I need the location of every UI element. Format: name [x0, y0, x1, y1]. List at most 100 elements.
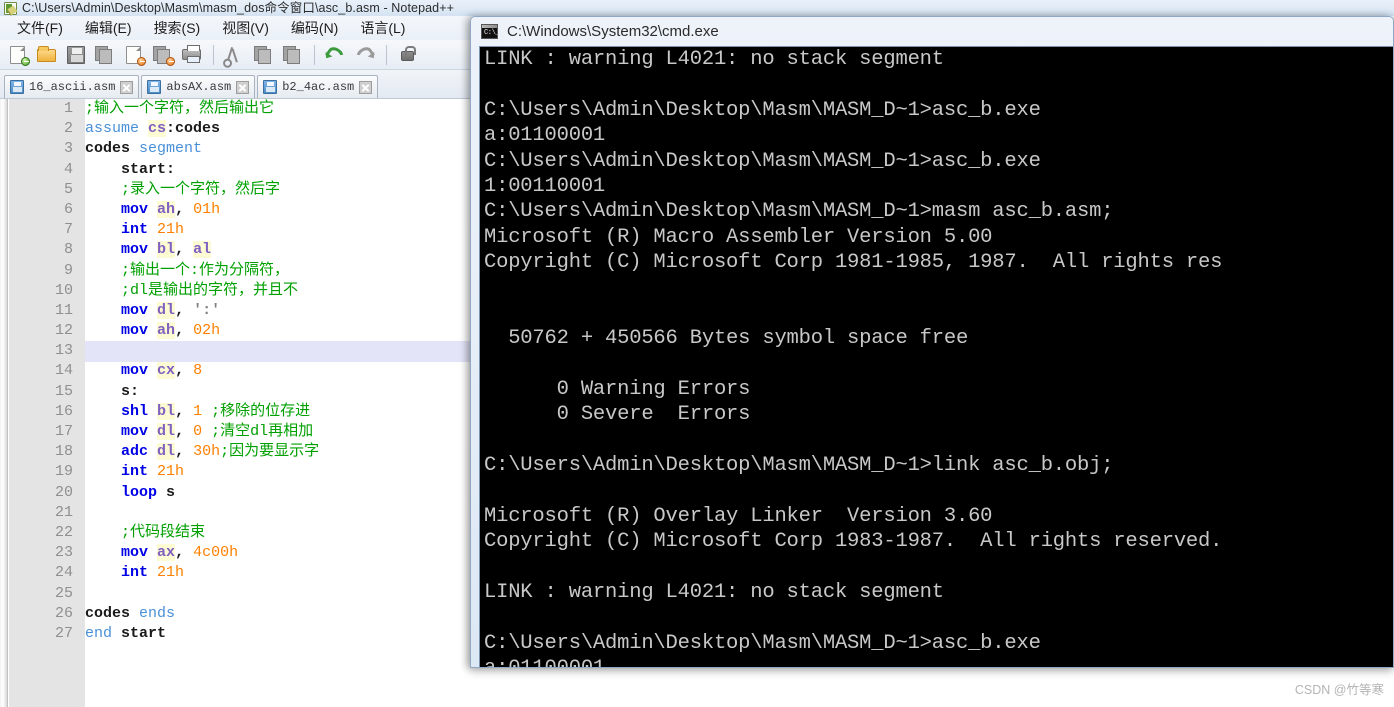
menu-file[interactable]: 文件(F): [6, 17, 74, 39]
save-all-icon[interactable]: [92, 43, 118, 67]
line-number: 16: [54, 402, 73, 420]
tab-16-ascii[interactable]: 16_ascii.asm: [4, 75, 140, 98]
code-token: ,: [175, 322, 194, 340]
line-number: 10: [54, 281, 73, 299]
close-file-icon[interactable]: [121, 43, 147, 67]
code-token: 8: [193, 362, 203, 380]
code-token: s: [157, 483, 176, 501]
code-token: codes: [85, 604, 140, 622]
code-token: dl: [157, 443, 176, 461]
code-token: ends: [139, 604, 176, 622]
code-token: cx: [157, 362, 176, 380]
code-token: ,: [175, 423, 194, 440]
code-token: ;因为要显示字: [220, 443, 320, 461]
close-icon[interactable]: [236, 80, 250, 94]
line-number: 27: [54, 624, 73, 642]
line-number: 24: [54, 564, 73, 582]
console-line: Copyright (C) Microsoft Corp 1981-1985, …: [484, 251, 1223, 275]
line-number: 11: [54, 301, 73, 319]
paste-icon[interactable]: [280, 43, 306, 67]
menu-search[interactable]: 搜索(S): [143, 17, 212, 39]
save-icon[interactable]: [63, 43, 89, 67]
cmd-window[interactable]: C:\_ C:\Windows\System32\cmd.exe LINK : …: [470, 16, 1394, 668]
code-token: ;dl是输出的字符，并且不: [85, 281, 299, 299]
tab-absax[interactable]: absAX.asm: [141, 75, 256, 98]
console-line: C:\Users\Admin\Desktop\Masm\MASM_D~1>lin…: [484, 454, 1114, 478]
tab-label: 16_ascii.asm: [29, 80, 116, 94]
code-token: mov: [121, 241, 149, 259]
redo-icon[interactable]: [352, 43, 378, 67]
code-token: ,: [175, 301, 194, 319]
code-token: assume: [85, 120, 140, 138]
code-token: bl: [157, 402, 176, 420]
line-number: 2: [63, 120, 73, 138]
code-token: ,: [175, 362, 194, 380]
notepadpp-icon: [4, 1, 17, 15]
toolbar-separator: [386, 44, 387, 65]
code-token: 30h: [193, 443, 221, 461]
close-icon[interactable]: [120, 80, 134, 94]
line-number: 21: [54, 503, 73, 521]
close-all-files-icon[interactable]: [150, 43, 176, 67]
code-token: ;输出一个:作为分隔符，: [85, 261, 290, 279]
line-number: 12: [54, 322, 73, 340]
console-line: a:01100001: [480, 656, 1393, 667]
code-token: mov: [121, 544, 149, 562]
lock-icon[interactable]: [395, 43, 421, 67]
console-line: C:\Users\Admin\Desktop\Masm\MASM_D~1>mas…: [484, 200, 1114, 224]
console-line: Copyright (C) Microsoft Corp 1983-1987. …: [484, 530, 1223, 554]
line-number: 17: [54, 423, 73, 440]
menu-encoding[interactable]: 编码(N): [280, 17, 349, 39]
menu-language[interactable]: 语言(L): [349, 17, 416, 39]
line-number: 6: [63, 200, 73, 218]
code-token: ;录入一个字符，然后字: [85, 180, 281, 198]
console-line: LINK : warning L4021: no stack segment: [484, 581, 944, 605]
console-line: 1:00110001: [484, 174, 606, 198]
tab-b2-4ac[interactable]: b2_4ac.asm: [257, 75, 379, 98]
code-token: mov: [121, 322, 149, 340]
code-token: s:: [85, 382, 140, 400]
copy-icon[interactable]: [251, 43, 277, 67]
code-token: dl: [157, 301, 176, 319]
print-icon[interactable]: [179, 43, 205, 67]
notepadpp-title: C:\Users\Admin\Desktop\Masm\masm_dos命令窗口…: [22, 1, 455, 15]
close-icon[interactable]: [359, 80, 373, 94]
code-token: 0: [193, 423, 203, 440]
new-file-icon[interactable]: [5, 43, 31, 67]
code-token: 02h: [193, 322, 221, 340]
code-token: mov: [121, 200, 149, 218]
cmd-icon: C:\_: [481, 23, 500, 39]
console-line: Microsoft (R) Macro Assembler Version 5.…: [484, 225, 993, 249]
menu-edit[interactable]: 编辑(E): [74, 17, 143, 39]
cut-icon[interactable]: [222, 43, 248, 67]
line-number: 19: [54, 463, 73, 481]
toolbar-separator: [213, 44, 214, 65]
undo-icon[interactable]: [323, 43, 349, 67]
toolbar-separator: [314, 44, 315, 65]
code-token: shl: [121, 402, 149, 420]
menu-view[interactable]: 视图(V): [211, 17, 280, 39]
cmd-console-output[interactable]: LINK : warning L4021: no stack segment C:…: [479, 46, 1393, 667]
tab-label: absAX.asm: [166, 80, 232, 94]
code-token: 1: [193, 402, 203, 420]
open-file-icon[interactable]: [34, 43, 60, 67]
